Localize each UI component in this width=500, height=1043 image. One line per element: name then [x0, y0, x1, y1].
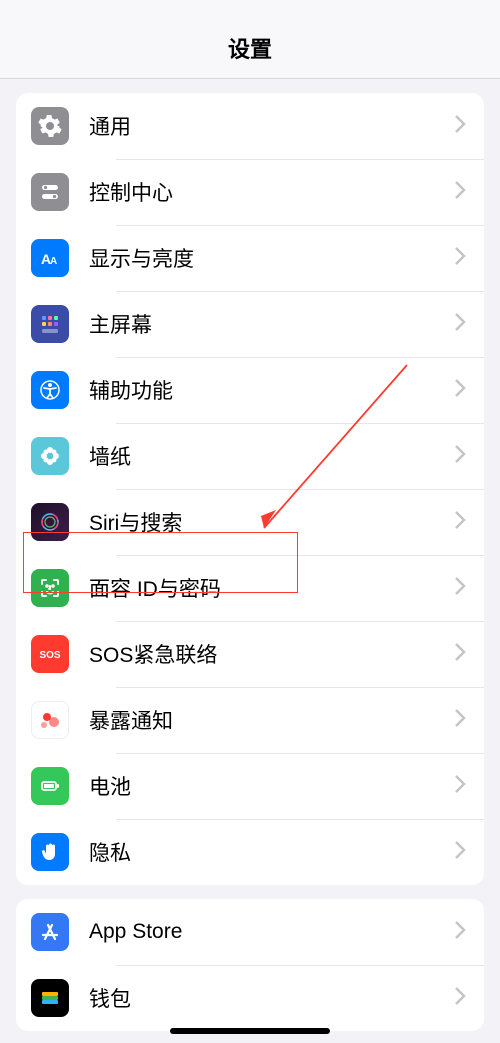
chevron-right-icon	[455, 445, 466, 468]
gear-icon	[31, 107, 69, 145]
row-exposure-notifications[interactable]: 暴露通知	[16, 687, 484, 753]
toggles-icon	[31, 173, 69, 211]
chevron-right-icon	[455, 709, 466, 732]
wallet-icon	[31, 979, 69, 1017]
chevron-right-icon	[455, 577, 466, 600]
settings-group-1: 通用 控制中心 AA 显示与亮度 主屏幕 辅助功能	[16, 93, 484, 885]
chevron-right-icon	[455, 841, 466, 864]
chevron-right-icon	[455, 775, 466, 798]
chevron-right-icon	[455, 115, 466, 138]
chevron-right-icon	[455, 247, 466, 270]
svg-text:SOS: SOS	[39, 650, 60, 661]
chevron-right-icon	[455, 643, 466, 666]
flower-icon	[31, 437, 69, 475]
battery-icon	[31, 767, 69, 805]
chevron-right-icon	[455, 379, 466, 402]
chevron-right-icon	[455, 181, 466, 204]
page-title: 设置	[228, 32, 272, 64]
row-home-screen[interactable]: 主屏幕	[16, 291, 484, 357]
row-accessibility[interactable]: 辅助功能	[16, 357, 484, 423]
row-wallpaper[interactable]: 墙纸	[16, 423, 484, 489]
row-siri-search[interactable]: Siri与搜索	[16, 489, 484, 555]
row-emergency-sos[interactable]: SOS SOS紧急联络	[16, 621, 484, 687]
accessibility-icon	[31, 371, 69, 409]
row-face-id-passcode[interactable]: 面容 ID与密码	[16, 555, 484, 621]
row-label: App Store	[89, 920, 455, 944]
row-label: 隐私	[89, 837, 455, 867]
row-label: 电池	[89, 771, 455, 801]
siri-icon	[31, 503, 69, 541]
svg-text:A: A	[50, 256, 57, 267]
row-label: 面容 ID与密码	[89, 573, 455, 603]
app-store-icon	[31, 913, 69, 951]
row-label: 控制中心	[89, 177, 455, 207]
settings-group-2: App Store 钱包	[16, 899, 484, 1031]
chevron-right-icon	[455, 313, 466, 336]
text-size-icon: AA	[31, 239, 69, 277]
home-screen-icon	[31, 305, 69, 343]
row-general[interactable]: 通用	[16, 93, 484, 159]
hand-icon	[31, 833, 69, 871]
exposure-icon	[31, 701, 69, 739]
row-label: 辅助功能	[89, 375, 455, 405]
row-label: 主屏幕	[89, 309, 455, 339]
row-label: 通用	[89, 111, 455, 141]
row-label: 钱包	[89, 983, 455, 1013]
sos-icon: SOS	[31, 635, 69, 673]
face-id-icon	[31, 569, 69, 607]
row-battery[interactable]: 电池	[16, 753, 484, 819]
chevron-right-icon	[455, 987, 466, 1010]
row-label: 墙纸	[89, 441, 455, 471]
row-control-center[interactable]: 控制中心	[16, 159, 484, 225]
row-label: SOS紧急联络	[89, 639, 455, 669]
row-privacy[interactable]: 隐私	[16, 819, 484, 885]
row-wallet[interactable]: 钱包	[16, 965, 484, 1031]
row-label: Siri与搜索	[89, 507, 455, 537]
chevron-right-icon	[455, 511, 466, 534]
row-display-brightness[interactable]: AA 显示与亮度	[16, 225, 484, 291]
row-label: 显示与亮度	[89, 243, 455, 273]
row-label: 暴露通知	[89, 705, 455, 735]
row-app-store[interactable]: App Store	[16, 899, 484, 965]
home-indicator[interactable]	[170, 1028, 330, 1034]
header: 设置	[0, 0, 500, 79]
chevron-right-icon	[455, 921, 466, 944]
